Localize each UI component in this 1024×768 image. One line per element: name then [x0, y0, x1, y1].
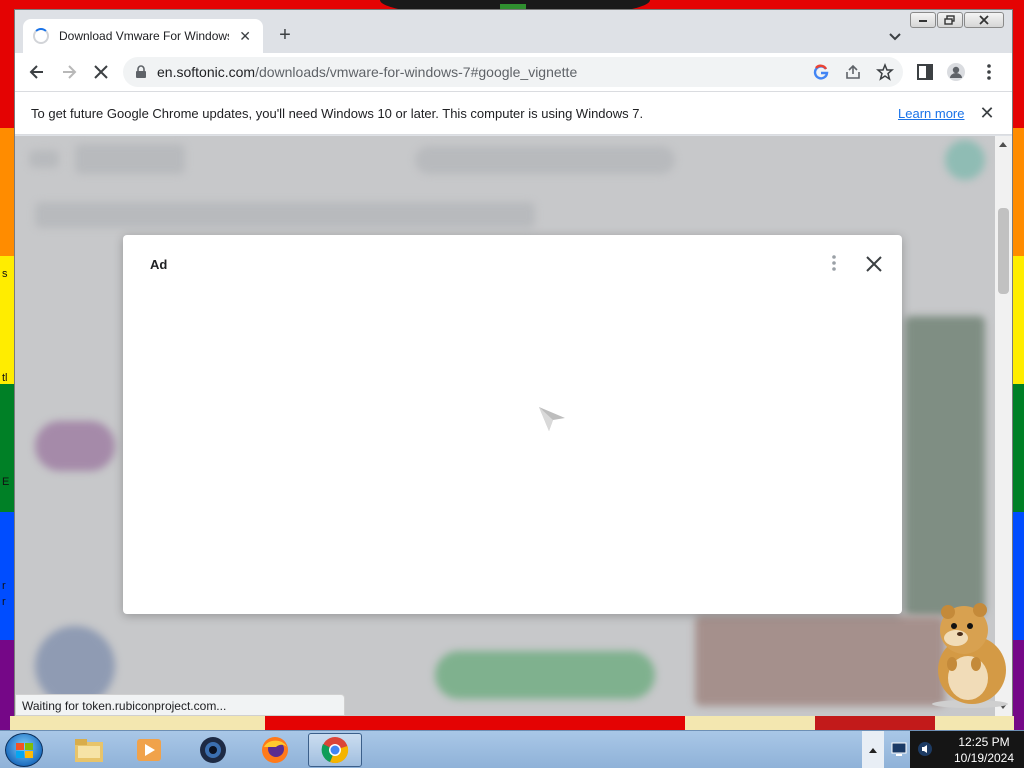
- chrome-icon[interactable]: [308, 733, 362, 767]
- blurred-page-content: [905, 316, 985, 616]
- update-infobar: To get future Google Chrome updates, you…: [15, 91, 1012, 135]
- url-host: en.softonic.com: [157, 64, 256, 80]
- desktop-edge-text: s: [2, 268, 8, 280]
- blurred-page-content: [35, 202, 535, 228]
- app-icon[interactable]: [186, 733, 240, 767]
- file-explorer-icon[interactable]: [62, 733, 116, 767]
- address-bar[interactable]: en.softonic.com/downloads/vmware-for-win…: [123, 57, 903, 87]
- status-bubble: Waiting for token.rubiconproject.com...: [15, 694, 345, 716]
- loading-spinner-icon: [33, 28, 49, 44]
- share-icon[interactable]: [843, 62, 863, 82]
- scrollbar-thumb[interactable]: [998, 208, 1009, 294]
- blurred-page-content: [415, 146, 675, 174]
- new-tab-button[interactable]: +: [273, 24, 297, 48]
- ad-options-icon[interactable]: [825, 253, 843, 273]
- desktop-edge-text: r: [2, 580, 6, 592]
- desktop-edge-text: E: [2, 476, 10, 488]
- menu-icon[interactable]: [979, 62, 999, 82]
- scroll-up-icon[interactable]: [999, 142, 1007, 147]
- url-text: en.softonic.com/downloads/vmware-for-win…: [157, 64, 577, 80]
- ad-label: Ad: [150, 257, 168, 272]
- back-icon[interactable]: [27, 62, 47, 82]
- browser-toolbar: en.softonic.com/downloads/vmware-for-win…: [15, 53, 1012, 91]
- side-panel-icon[interactable]: [915, 62, 935, 82]
- blurred-page-content: [75, 144, 185, 174]
- clock-time[interactable]: 12:25 PM: [944, 735, 1024, 749]
- ad-placeholder-icon: [536, 403, 568, 435]
- blurred-page-content: [29, 150, 59, 168]
- profile-icon[interactable]: [946, 62, 966, 82]
- blurred-page-content: [695, 616, 945, 706]
- blurred-page-content: [435, 651, 655, 699]
- desktop-edge-text: r: [2, 596, 6, 608]
- infobar-message: To get future Google Chrome updates, you…: [31, 106, 644, 121]
- system-tray: 12:25 PM 10/19/2024: [862, 731, 1024, 768]
- start-orb-icon[interactable]: [5, 733, 43, 767]
- clock-date[interactable]: 10/19/2024: [944, 751, 1024, 765]
- wallpaper-bottom-strip: [815, 716, 935, 730]
- restore-button[interactable]: [937, 12, 963, 28]
- forward-icon[interactable]: [59, 62, 79, 82]
- infobar-close-icon[interactable]: ✕: [978, 104, 996, 122]
- tab-active[interactable]: Download Vmware For Windows 7 ✕: [23, 19, 263, 53]
- blurred-page-content: [945, 140, 985, 180]
- bookmark-star-icon[interactable]: [875, 62, 895, 82]
- desktop-edge-text: tl: [2, 372, 8, 384]
- taskbar: 12:25 PM 10/19/2024: [0, 730, 1024, 768]
- media-player-icon[interactable]: [122, 733, 176, 767]
- firefox-icon[interactable]: [248, 733, 302, 767]
- ad-close-icon[interactable]: [863, 253, 885, 275]
- google-lens-icon[interactable]: [811, 62, 831, 82]
- volume-icon[interactable]: [916, 740, 934, 763]
- tab-search-icon[interactable]: [885, 26, 905, 46]
- window-close-button[interactable]: [964, 12, 1004, 28]
- tab-close-icon[interactable]: ✕: [237, 28, 253, 44]
- show-hidden-icons-button[interactable]: [862, 731, 884, 768]
- url-path: /downloads/vmware-for-windows-7#google_v…: [255, 64, 578, 80]
- lock-icon[interactable]: [135, 65, 147, 84]
- tab-strip: Download Vmware For Windows 7 ✕ +: [15, 10, 1012, 53]
- hamster-icon: [922, 598, 1012, 708]
- window-controls: [910, 12, 1004, 28]
- stop-loading-icon[interactable]: [91, 62, 111, 82]
- minimize-button[interactable]: [910, 12, 936, 28]
- wallpaper-bottom-strip: [265, 716, 685, 730]
- ad-vignette-dialog: Ad: [123, 235, 902, 614]
- learn-more-link[interactable]: Learn more: [898, 106, 964, 121]
- blurred-page-content: [35, 421, 115, 471]
- tab-title: Download Vmware For Windows 7: [59, 29, 230, 43]
- network-icon[interactable]: [890, 740, 908, 763]
